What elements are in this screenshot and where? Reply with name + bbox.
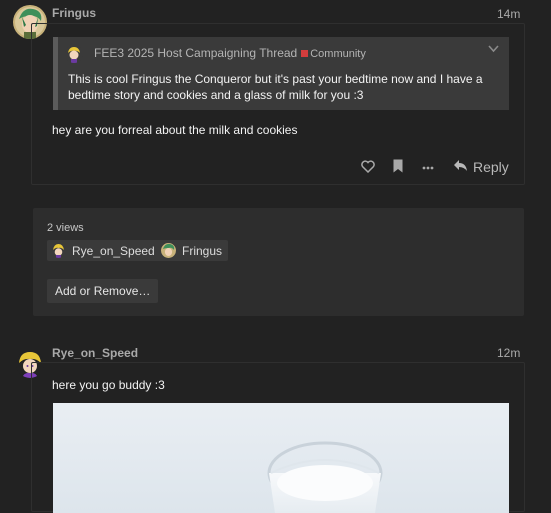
more-actions-button[interactable] [422,161,434,177]
bookmark-icon [393,159,403,176]
quote-block: FEE3 2025 Host Campaigning Thread Communi… [53,37,509,110]
quote-topic-title[interactable]: FEE3 2025 Host Campaigning Thread [94,46,297,60]
bookmark-button[interactable] [393,159,403,176]
post-time[interactable]: 12m [497,346,520,360]
quote-topic-link[interactable]: FEE3 2025 Host Campaigning Thread Communi… [94,46,366,60]
views-panel: 2 views Rye_on_Speed Fringus Add or Remo… [33,208,524,316]
milk-glass-image[interactable] [53,403,509,513]
views-count: 2 views [47,222,84,234]
like-button[interactable] [361,160,375,176]
chevron-down-icon[interactable] [488,42,499,56]
add-or-remove-button[interactable]: Add or Remove… [47,279,159,303]
viewer-chip-fringus[interactable]: Fringus [157,240,229,261]
ellipsis-icon [422,161,434,177]
quote-avatar [65,45,83,63]
quote-text: This is cool Fringus the Conqueror but i… [68,72,483,102]
quote-category[interactable]: Community [310,48,366,60]
reply-button[interactable]: Reply [453,159,509,175]
post-time[interactable]: 14m [497,7,520,21]
reply-icon [453,159,468,175]
viewer-avatar [51,243,66,258]
viewer-name: Rye_on_Speed [72,243,155,258]
post-body: hey are you forreal about the milk and c… [52,123,298,137]
post-author[interactable]: Rye_on_Speed [52,346,138,360]
post-body: here you go buddy :3 [52,378,165,392]
reply-label: Reply [473,159,509,175]
heart-icon [361,160,375,176]
category-badge-icon [301,50,309,57]
viewer-chip-rye[interactable]: Rye_on_Speed [47,240,161,261]
viewer-name: Fringus [182,243,223,258]
viewer-avatar [161,243,176,258]
post-author[interactable]: Fringus [52,6,96,20]
